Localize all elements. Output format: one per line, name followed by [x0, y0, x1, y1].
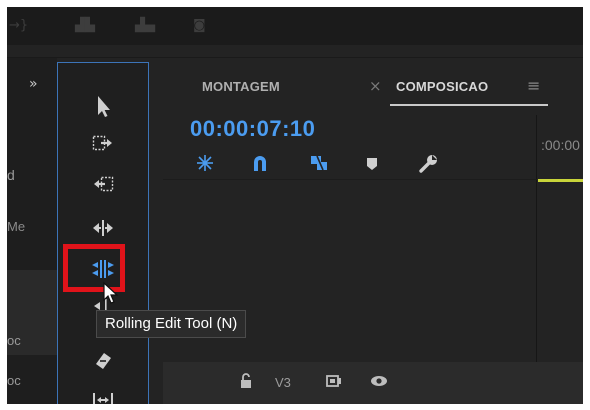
ruler-divider [163, 179, 537, 180]
lock-track-icon[interactable] [239, 373, 253, 389]
track-label[interactable]: V3 [275, 375, 291, 390]
list-item-fragment[interactable]: oc [7, 373, 21, 388]
mouse-cursor-icon [103, 281, 119, 304]
panel-label-fragment: d [7, 167, 15, 183]
tool-tooltip: Rolling Edit Tool (N) [96, 310, 247, 338]
sync-lock-icon[interactable] [325, 373, 343, 389]
timeline-panel [157, 58, 583, 404]
tab-composicao[interactable]: COMPOSICAO [396, 79, 488, 94]
track-select-backward-tool[interactable] [58, 167, 148, 201]
close-tab-icon[interactable]: × [369, 77, 382, 95]
tools-panel [57, 62, 149, 404]
track-select-forward-tool[interactable] [58, 126, 148, 160]
tab-montagem[interactable]: MONTAGEM [202, 79, 280, 94]
slip-tool[interactable] [58, 383, 148, 404]
expand-panels-icon[interactable]: » [29, 76, 38, 92]
selection-tool[interactable] [58, 89, 148, 123]
arrow-icon [98, 96, 110, 117]
track-select-forward-icon [92, 135, 112, 151]
column-header-fragment[interactable]: Me [7, 219, 25, 234]
snap-magnet-icon[interactable] [251, 154, 269, 172]
add-marker-icon[interactable] [365, 156, 379, 172]
top-toolbar: →} ▟▙ ▟▄ ◙ [7, 7, 583, 45]
eye-icon[interactable] [369, 374, 389, 388]
wrench-icon[interactable] [417, 153, 439, 175]
ripple-edit-icon [93, 220, 113, 236]
extract-icon[interactable]: ▟▄ [135, 18, 155, 33]
premiere-window: →} ▟▙ ▟▄ ◙ » d Me oc oc MONTAGEM × COMPO… [7, 7, 583, 404]
timecode-display[interactable]: 00:00:07:10 [190, 116, 315, 142]
nest-sequence-icon[interactable] [195, 153, 215, 173]
active-tab-underline [390, 104, 548, 106]
lift-icon[interactable]: ▟▙ [75, 18, 95, 33]
work-area-bar[interactable] [538, 179, 583, 182]
razor-icon [96, 353, 111, 369]
list-item-fragment[interactable]: oc [7, 333, 21, 348]
ruler-separator [536, 115, 537, 404]
slip-icon [93, 393, 113, 404]
linked-selection-icon[interactable] [309, 153, 329, 173]
ripple-edit-tool[interactable] [58, 211, 148, 245]
time-ruler-label: :00:00 [541, 137, 580, 153]
panel-menu-icon[interactable]: ≡ [527, 76, 540, 95]
export-icon[interactable]: →} [9, 18, 28, 33]
razor-tool[interactable] [58, 343, 148, 377]
track-select-backward-icon [94, 176, 114, 192]
camera-icon[interactable]: ◙ [193, 18, 206, 33]
